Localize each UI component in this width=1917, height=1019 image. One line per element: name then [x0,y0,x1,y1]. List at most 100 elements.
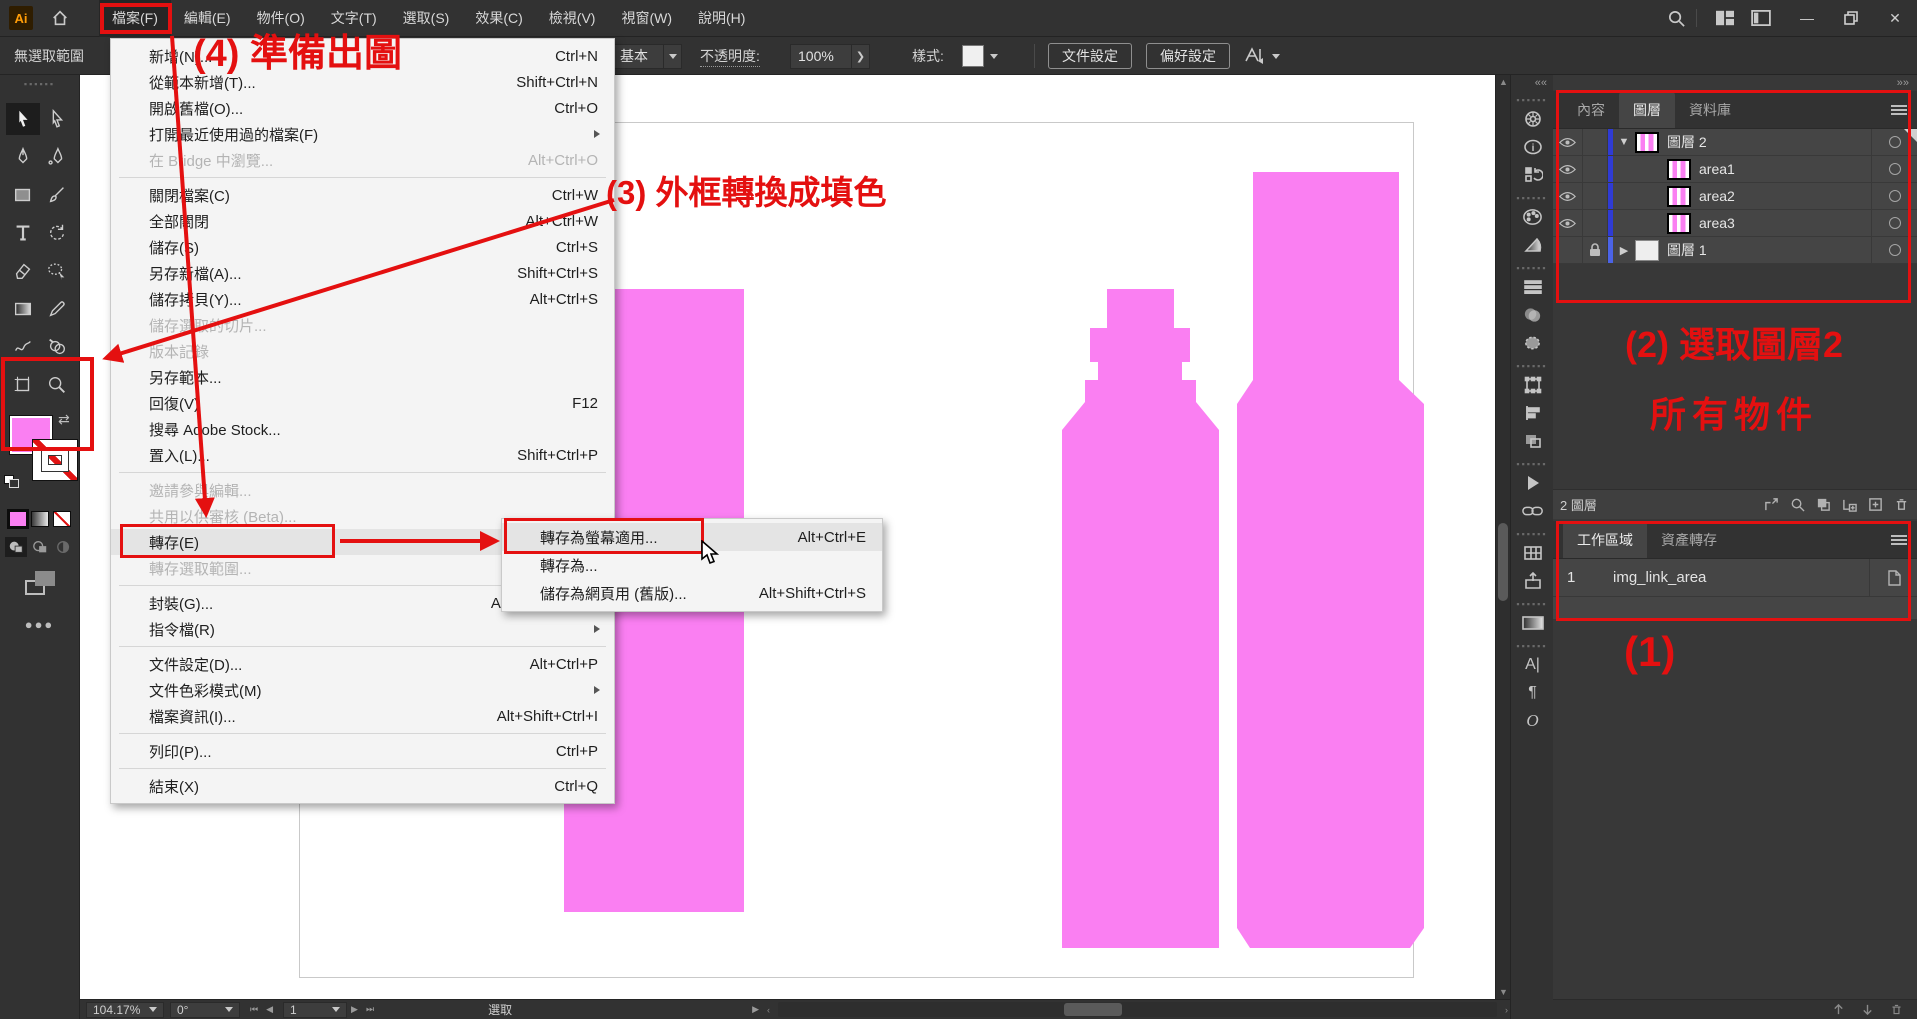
file-menu-item[interactable]: 關閉檔案(C) Ctrl+W [111,182,614,208]
artboard-page-icon[interactable] [1869,559,1917,596]
scroll-down-icon[interactable]: ▼ [1496,987,1511,997]
info-panel-icon[interactable]: i [1511,133,1554,161]
lock-toggle[interactable] [1583,129,1608,155]
file-menu-item[interactable]: 在 Bridge 中瀏覽... Alt+Ctrl+O [111,147,614,173]
swap-fill-stroke-icon[interactable]: ⇄ [58,411,70,428]
menubar-item[interactable]: 檔案(F) [99,0,171,37]
object-thumbnail[interactable] [1667,213,1691,234]
file-menu-item[interactable]: 邀請參與編輯... [111,477,614,503]
minimize-button[interactable]: — [1785,0,1829,36]
file-menu-item[interactable]: 儲存(S) Ctrl+S [111,234,614,260]
asset-export-panel-icon[interactable] [1511,567,1554,595]
object-thumbnail[interactable] [1667,186,1691,207]
make-clip-mask-icon[interactable] [1816,497,1831,512]
submenu-item[interactable]: 轉存為螢幕適用... Alt+Ctrl+E [502,523,882,551]
file-menu-item[interactable]: 儲存拷貝(Y)... Alt+Ctrl+S [111,286,614,312]
menubar-item[interactable]: 視窗(W) [608,0,685,37]
file-menu-item[interactable]: 文件色彩模式(M) [111,677,614,703]
color-button[interactable] [9,511,27,527]
workspace-switcher-icon[interactable] [1715,9,1735,27]
lock-toggle[interactable] [1583,156,1608,182]
file-menu-item[interactable] [111,173,614,182]
last-artboard-icon[interactable]: ⏭ [366,1004,374,1015]
tab-layers[interactable]: 圖層 [1619,92,1675,128]
home-icon[interactable] [51,9,69,27]
opentype-panel-icon[interactable]: O [1511,707,1554,735]
eyedropper-tool[interactable] [40,293,74,325]
delete-layer-icon[interactable] [1894,497,1909,512]
move-down-icon[interactable] [1861,1003,1874,1016]
target-circle[interactable] [1871,210,1917,236]
layer-thumbnail[interactable] [1635,240,1659,261]
object-name[interactable]: area2 [1699,188,1735,204]
paintbrush-tool[interactable] [40,179,74,211]
tab-artboards[interactable]: 工作區域 [1563,522,1647,558]
layer-row[interactable]: area3 [1553,210,1917,237]
lock-toggle[interactable] [1583,210,1608,236]
transform-panel-icon[interactable] [1511,371,1554,399]
shape-area3[interactable] [1237,172,1424,948]
locate-object-icon[interactable] [1790,497,1805,512]
scroll-up-icon[interactable]: ▲ [1496,77,1511,87]
trash-icon[interactable] [1890,1003,1903,1016]
gradient-tool[interactable] [6,293,40,325]
layer-name[interactable]: 圖層 2 [1667,132,1707,152]
artboard-name[interactable]: img_link_area [1613,569,1706,586]
none-button[interactable] [53,511,71,527]
panel-menu-icon[interactable] [1891,533,1907,547]
lock-toggle[interactable] [1583,183,1608,209]
file-menu-item[interactable]: 全部關閉 Alt+Ctrl+W [111,208,614,234]
chevron-down-icon[interactable] [664,44,682,69]
type-tool[interactable] [6,217,40,249]
layer-row[interactable]: area2 [1553,183,1917,210]
submenu-item[interactable]: 轉存為... [502,551,882,579]
panel-menu-icon[interactable] [1891,103,1907,117]
rectangle-tool[interactable] [6,179,40,211]
align-panel-icon[interactable] [1511,399,1554,427]
submenu-item[interactable]: 儲存為網頁用 (舊版)... Alt+Shift+Ctrl+S [502,579,882,607]
restore-button[interactable] [1829,0,1873,36]
file-menu-item[interactable]: 指令檔(R) [111,616,614,642]
tab-libraries[interactable]: 資料庫 [1675,92,1745,128]
visibility-toggle[interactable] [1553,129,1583,155]
artboard-number-dropdown[interactable]: 1 [283,1002,347,1018]
pathfinder-panel-icon[interactable] [1511,427,1554,455]
gradient-button[interactable] [31,511,49,527]
tab-content[interactable]: 內容 [1563,92,1619,128]
close-button[interactable]: ✕ [1873,0,1917,36]
file-menu-item[interactable] [111,642,614,651]
direct-selection-tool[interactable] [40,103,74,135]
file-menu-item[interactable]: 回復(V) F12 [111,390,614,416]
shape-area2[interactable] [1062,289,1219,948]
eraser-tool[interactable] [6,255,40,287]
style-swatch[interactable] [962,45,984,67]
first-artboard-icon[interactable]: ⏮ [250,1004,258,1015]
artboard-row[interactable]: 1 img_link_area [1553,559,1917,597]
draw-inside-icon[interactable] [53,537,75,557]
file-menu-item[interactable]: 版本記錄 [111,338,614,364]
file-menu-item[interactable]: 開啟舊檔(O)... Ctrl+O [111,95,614,121]
edit-toolbar-icon[interactable]: ●●● [0,617,79,632]
object-name[interactable]: area1 [1699,161,1735,177]
lock-toggle[interactable] [1583,237,1608,263]
file-menu-item[interactable]: 另存範本... [111,364,614,390]
file-menu-item[interactable]: 搜尋 Adobe Stock... [111,416,614,442]
zoom-level-dropdown[interactable]: 104.17% [86,1002,164,1018]
character-panel-icon[interactable]: A| [1511,651,1554,679]
appearance-panel-icon[interactable] [1511,329,1554,357]
target-circle[interactable] [1871,237,1917,263]
document-setup-button[interactable]: 文件設定 [1048,43,1132,69]
opacity-field[interactable]: 100% ❯ [790,37,870,75]
layer-row[interactable]: ▼ 圖層 2 [1553,129,1917,156]
layer-thumbnail[interactable] [1635,132,1659,153]
collapse-panels-icon[interactable]: «« [1511,75,1553,91]
layer-row[interactable]: ▶ 圖層 1 [1553,237,1917,264]
rotation-dropdown[interactable]: 0° [170,1002,240,1018]
layer-row[interactable]: area1 [1553,156,1917,183]
scroll-right-icon[interactable]: › [1505,1005,1508,1015]
links-panel-icon[interactable] [1511,497,1554,525]
zoom-tool[interactable] [40,369,74,401]
tab-asset-export[interactable]: 資產轉存 [1647,522,1731,558]
draw-behind-icon[interactable] [29,537,51,557]
move-up-icon[interactable] [1832,1003,1845,1016]
